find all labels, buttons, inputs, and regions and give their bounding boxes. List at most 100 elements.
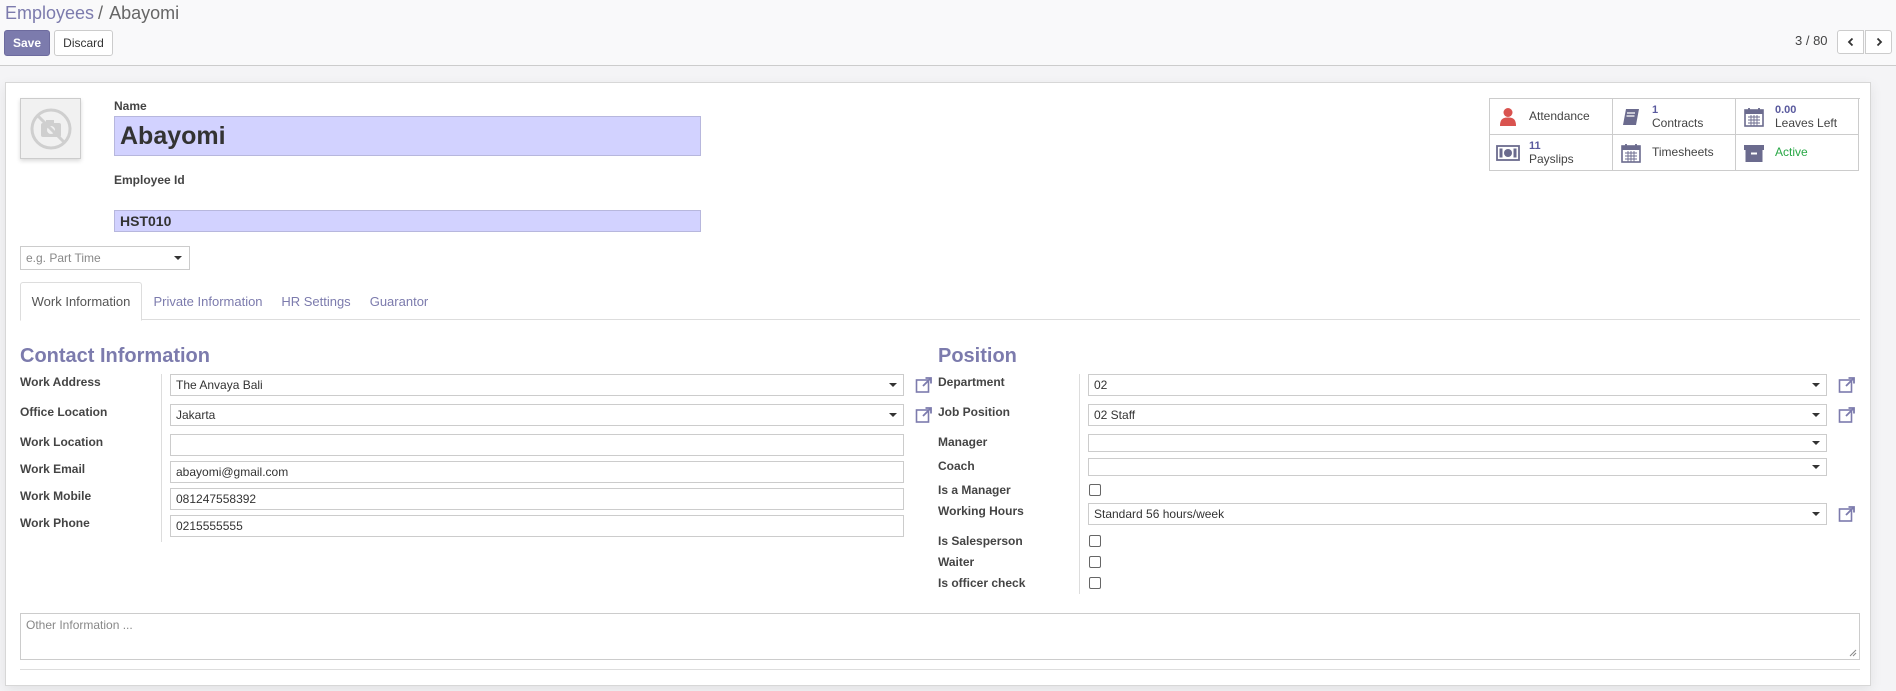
attendance-label: Attendance [1529,109,1590,123]
caret-down-icon [1812,413,1820,417]
external-link-icon[interactable] [915,376,933,394]
office-location-value: Jakarta [176,408,216,422]
name-label: Name [114,99,147,113]
pager-value[interactable]: 3 / 80 [1795,33,1828,48]
breadcrumb-current: Abayomi [109,3,180,23]
contracts-label: Contracts [1652,115,1704,130]
pager-previous-button[interactable] [1837,30,1864,54]
leaves-left-button[interactable]: 0.00 Leaves Left [1736,99,1859,135]
waiter-label: Waiter [938,555,975,569]
manager-select[interactable] [1088,434,1827,452]
attendance-button[interactable]: Attendance [1490,99,1613,135]
category-select[interactable]: e.g. Part Time [20,246,190,270]
working-hours-select[interactable]: Standard 56 hours/week [1088,503,1827,525]
calendar-icon [1619,141,1643,165]
caret-down-icon [889,413,897,417]
save-button[interactable]: Save [4,30,50,56]
other-information-placeholder: Other Information ... [26,618,133,632]
tab-hr-settings[interactable]: HR Settings [274,282,358,321]
caret-down-icon [1812,465,1820,469]
department-value: 02 [1094,378,1108,392]
coach-select[interactable] [1088,458,1827,476]
breadcrumb-separator: / [98,3,104,23]
discard-button[interactable]: Discard [54,30,113,56]
leaves-left-count: 0.00 [1775,103,1797,116]
category-placeholder: e.g. Part Time [26,251,101,265]
chevron-right-icon [1876,37,1882,47]
work-mobile-input[interactable]: 081247558392 [170,488,904,510]
employee-photo[interactable] [20,98,81,159]
department-label: Department [938,375,1005,389]
control-panel: Employees / Abayomi Save Discard 3 / 80 [0,0,1896,66]
chevron-left-icon [1847,37,1853,47]
job-position-label: Job Position [938,405,1010,419]
notebook-tabs: Work Information Private Information HR … [20,282,1860,321]
office-location-label: Office Location [20,405,108,419]
work-phone-label: Work Phone [20,516,90,530]
breadcrumb-employees-link[interactable]: Employees [5,3,94,23]
active-toggle-button[interactable]: Active [1736,135,1859,171]
timesheets-button[interactable]: Timesheets [1613,135,1736,171]
work-location-input[interactable] [170,434,904,456]
working-hours-label: Working Hours [938,504,1024,518]
caret-down-icon [1812,383,1820,387]
caret-down-icon [1812,512,1820,516]
payslips-label: Payslips [1529,151,1574,166]
is-manager-checkbox[interactable] [1089,484,1101,496]
tab-private-information[interactable]: Private Information [148,282,268,321]
caret-down-icon [1812,441,1820,445]
is-salesperson-checkbox[interactable] [1089,535,1101,547]
is-officer-check-checkbox[interactable] [1089,577,1101,589]
is-salesperson-label: Is Salesperson [938,534,1023,548]
form-sheet: Name Abayomi Employee Id HST010 e.g. Par… [5,82,1871,686]
book-icon [1619,105,1643,129]
contact-column-divider [161,374,162,542]
pager-next-button[interactable] [1865,30,1892,54]
no-photo-icon [30,108,71,149]
external-link-icon[interactable] [1838,406,1856,424]
leaves-left-label: Leaves Left [1775,115,1838,130]
active-label: Active [1775,145,1808,159]
waiter-checkbox[interactable] [1089,556,1101,568]
is-manager-label: Is a Manager [938,483,1011,497]
employee-id-input[interactable]: HST010 [114,210,701,232]
tab-guarantor[interactable]: Guarantor [364,282,434,321]
job-position-value: 02 Staff [1094,408,1136,422]
contact-information-title: Contact Information [20,345,210,367]
position-title: Position [938,345,1017,367]
work-address-value: The Anvaya Bali [176,378,263,392]
work-address-select[interactable]: The Anvaya Bali [170,374,904,396]
work-phone-input[interactable]: 0215555555 [170,515,904,537]
job-position-select[interactable]: 02 Staff [1088,404,1827,426]
payslips-button[interactable]: 11 Payslips [1490,135,1613,171]
resize-handle-icon[interactable] [1849,649,1857,657]
breadcrumb: Employees / Abayomi [5,3,179,24]
payslips-count: 11 [1529,139,1541,152]
department-select[interactable]: 02 [1088,374,1827,396]
external-link-icon[interactable] [1838,376,1856,394]
is-officer-check-label: Is officer check [938,576,1026,590]
work-location-label: Work Location [20,435,104,449]
office-location-select[interactable]: Jakarta [170,404,904,426]
position-column-divider [1079,374,1080,594]
work-address-label: Work Address [20,375,101,389]
tab-work-information[interactable]: Work Information [20,282,142,321]
name-input[interactable]: Abayomi [114,116,701,156]
money-icon [1496,141,1520,165]
other-information-textarea[interactable]: Other Information ... [20,613,1860,660]
working-hours-value: Standard 56 hours/week [1094,507,1225,521]
employee-id-label: Employee Id [114,173,185,187]
sheet-divider [20,669,1860,670]
work-email-input[interactable]: abayomi@gmail.com [170,461,904,483]
coach-label: Coach [938,459,975,473]
work-mobile-label: Work Mobile [20,489,92,503]
archive-icon [1742,141,1766,165]
caret-down-icon [174,256,182,260]
manager-label: Manager [938,435,988,449]
smart-buttons: Attendance 1 Contracts 0.00 Leaves Left 11… [1489,98,1860,171]
contracts-button[interactable]: 1 Contracts [1613,99,1736,135]
caret-down-icon [889,383,897,387]
calendar-icon [1742,105,1766,129]
external-link-icon[interactable] [915,406,933,424]
external-link-icon[interactable] [1838,505,1856,523]
